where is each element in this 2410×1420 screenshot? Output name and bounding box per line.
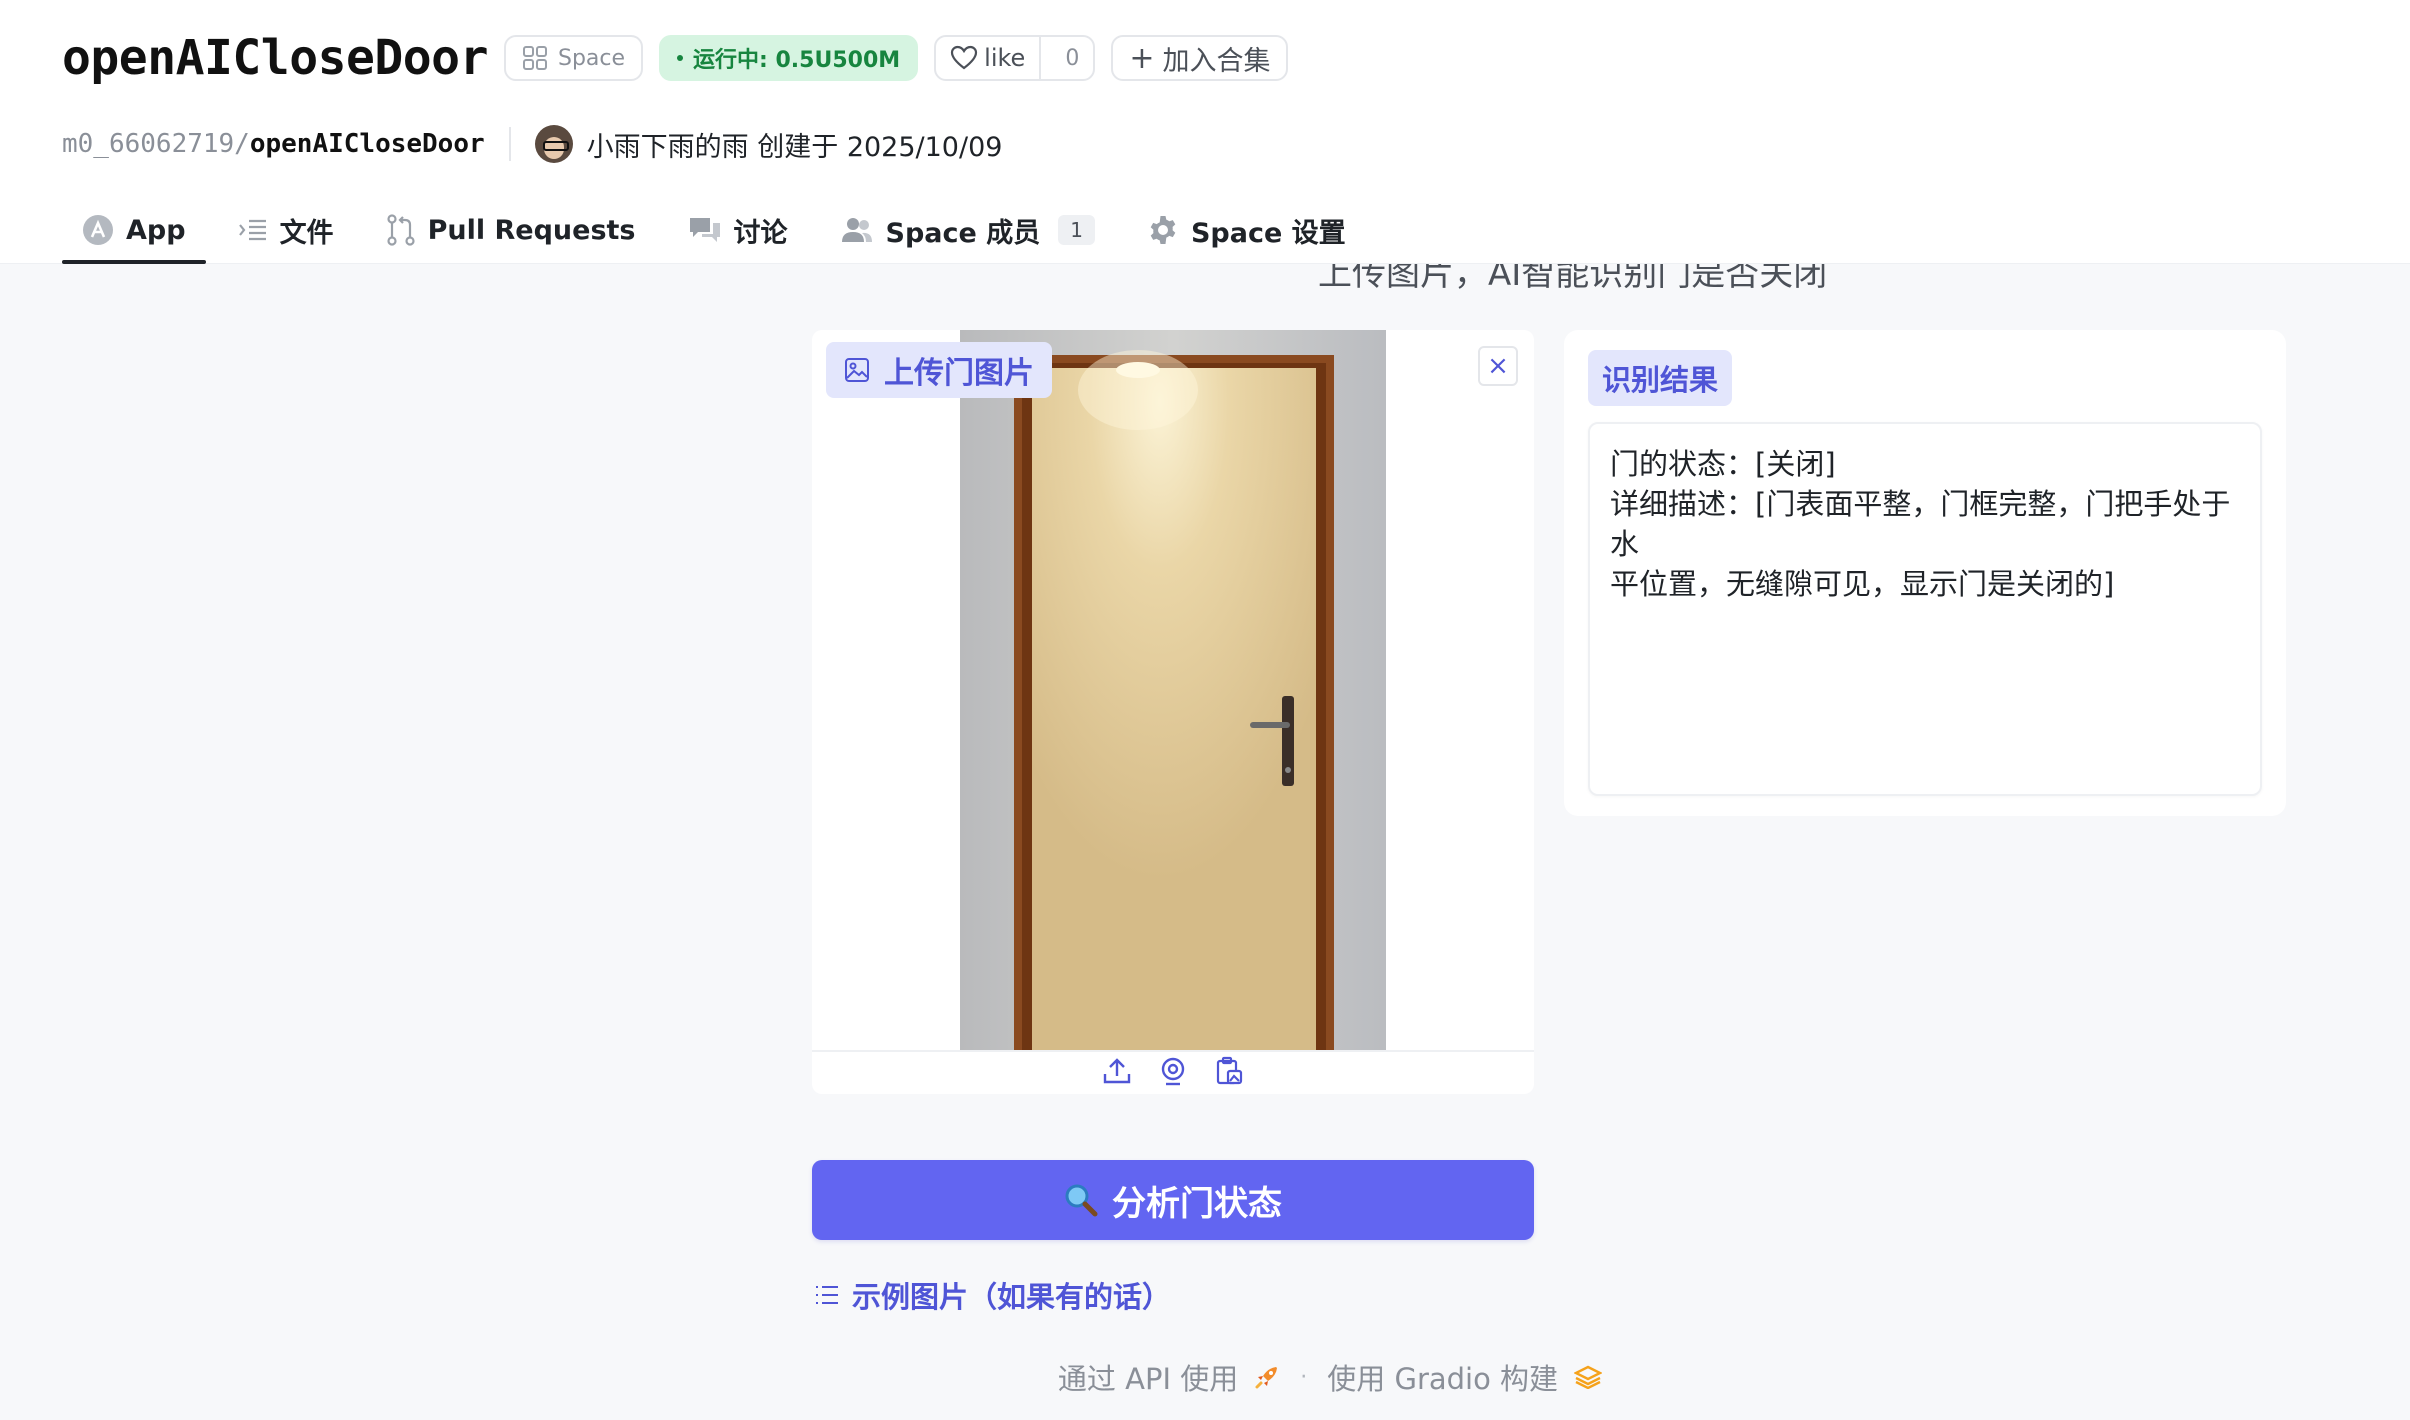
tab-files[interactable]: 文件 bbox=[218, 196, 354, 264]
status-label: 运行中: 0.5U500M bbox=[693, 48, 901, 73]
meta-row: m0_66062719/ openAICloseDoor 小雨下雨的雨 创建于 … bbox=[62, 124, 1002, 164]
title-row: openAICloseDoor Space 运行中: 0.5U500M like… bbox=[62, 30, 1289, 86]
result-line: 平位置，无缝隙可见，显示门是关闭的] bbox=[1610, 567, 2115, 601]
result-textbox[interactable]: 门的状态：[关闭] 详细描述：[门表面平整，门框完整，门把手处于水 平位置，无缝… bbox=[1588, 422, 2262, 796]
status-dot bbox=[677, 55, 684, 61]
analyze-button[interactable]: 分析门状态 bbox=[812, 1160, 1534, 1240]
webcam-icon[interactable] bbox=[1156, 1054, 1190, 1088]
discussion-icon bbox=[689, 218, 720, 242]
space-title: openAICloseDoor bbox=[62, 30, 488, 86]
gradio-logo-icon bbox=[1574, 1365, 1603, 1389]
space-type-badge: Space bbox=[503, 35, 644, 81]
result-line: 门的状态：[关闭] bbox=[1610, 447, 1836, 481]
members-icon bbox=[841, 218, 872, 242]
result-panel: 识别结果 门的状态：[关闭] 详细描述：[门表面平整，门框完整，门把手处于水 平… bbox=[1564, 330, 2286, 816]
gradio-app: 上传图片，AI智能识别门是否关闭 上传门图片 × 分析门状态 示例图片（如果有的… bbox=[0, 264, 2410, 1420]
result-label: 识别结果 bbox=[1588, 350, 1733, 406]
author-info: 小雨下雨的雨 创建于 2025/10/09 bbox=[586, 131, 1003, 163]
divider bbox=[508, 127, 511, 161]
tab-label: 文件 bbox=[279, 217, 334, 249]
plus-icon: + bbox=[1129, 40, 1155, 76]
gradio-footer: 通过 API 使用 · 使用 Gradio 构建 bbox=[0, 1356, 2410, 1398]
avatar[interactable] bbox=[534, 125, 573, 163]
footer-separator: · bbox=[1300, 1364, 1308, 1390]
tab-bar: App 文件 Pull Requests 讨论 Space 成员 1 Space… bbox=[62, 196, 1378, 264]
rocket-icon bbox=[1255, 1367, 1278, 1389]
tab-label: Pull Requests bbox=[427, 214, 636, 246]
result-line: 详细描述：[门表面平整，门框完整，门把手处于水 bbox=[1610, 487, 2231, 561]
running-status-badge: 运行中: 0.5U500M bbox=[659, 35, 919, 81]
image-label-text: 上传门图片 bbox=[884, 356, 1034, 391]
space-header: openAICloseDoor Space 运行中: 0.5U500M like… bbox=[0, 0, 2410, 264]
like-label: like bbox=[984, 44, 1026, 72]
like-main[interactable]: like bbox=[936, 37, 1042, 79]
gradio-link-label: 使用 Gradio 构建 bbox=[1327, 1362, 1559, 1396]
analyze-button-label: 分析门状态 bbox=[1112, 1183, 1282, 1224]
examples-header: 示例图片（如果有的话） bbox=[814, 1274, 1171, 1316]
close-icon: × bbox=[1487, 351, 1509, 381]
tab-members[interactable]: Space 成员 1 bbox=[820, 196, 1115, 264]
app-subtitle: 上传图片，AI智能识别门是否关闭 bbox=[1318, 264, 1828, 294]
like-count: 0 bbox=[1065, 45, 1080, 71]
add-to-collection-button[interactable]: + 加入合集 bbox=[1111, 35, 1289, 81]
list-icon bbox=[816, 1286, 838, 1304]
magnifier-icon bbox=[1065, 1184, 1098, 1217]
repo-link[interactable]: openAICloseDoor bbox=[250, 129, 485, 159]
tab-app[interactable]: App bbox=[62, 196, 206, 264]
image-icon bbox=[845, 358, 869, 382]
tab-label: App bbox=[126, 214, 186, 246]
collection-label: 加入合集 bbox=[1162, 45, 1271, 77]
tab-pull-requests[interactable]: Pull Requests bbox=[366, 196, 656, 264]
built-with-gradio-link[interactable]: 使用 Gradio 构建 bbox=[1327, 1356, 1558, 1398]
api-link-label: 通过 API 使用 bbox=[1057, 1362, 1239, 1396]
use-via-api-link[interactable]: 通过 API 使用 bbox=[1058, 1356, 1238, 1398]
tab-settings[interactable]: Space 设置 bbox=[1127, 196, 1366, 264]
files-icon bbox=[238, 219, 266, 241]
space-type-label: Space bbox=[557, 45, 626, 71]
pull-request-icon bbox=[386, 214, 415, 246]
owner-link[interactable]: m0_66062719/ bbox=[62, 129, 250, 159]
image-source-toolbar bbox=[812, 1050, 1534, 1094]
grid-icon bbox=[522, 46, 547, 70]
clear-image-button[interactable]: × bbox=[1478, 346, 1518, 386]
tab-discussions[interactable]: 讨论 bbox=[668, 196, 808, 264]
like-button[interactable]: like 0 bbox=[934, 35, 1096, 81]
tab-label: Space 成员 bbox=[885, 217, 1041, 249]
app-icon bbox=[83, 215, 113, 245]
clipboard-icon[interactable] bbox=[1212, 1054, 1246, 1088]
tab-label: 讨论 bbox=[733, 217, 788, 249]
examples-label: 示例图片（如果有的话） bbox=[852, 1280, 1172, 1314]
heart-icon bbox=[951, 45, 978, 70]
door-photo bbox=[960, 330, 1386, 1050]
image-upload[interactable]: 上传门图片 × bbox=[812, 330, 1534, 1094]
members-count-badge: 1 bbox=[1058, 215, 1095, 245]
upload-icon[interactable] bbox=[1100, 1054, 1134, 1088]
tab-label: Space 设置 bbox=[1190, 217, 1346, 249]
gear-icon bbox=[1150, 216, 1176, 244]
image-upload-label: 上传门图片 bbox=[826, 342, 1052, 398]
